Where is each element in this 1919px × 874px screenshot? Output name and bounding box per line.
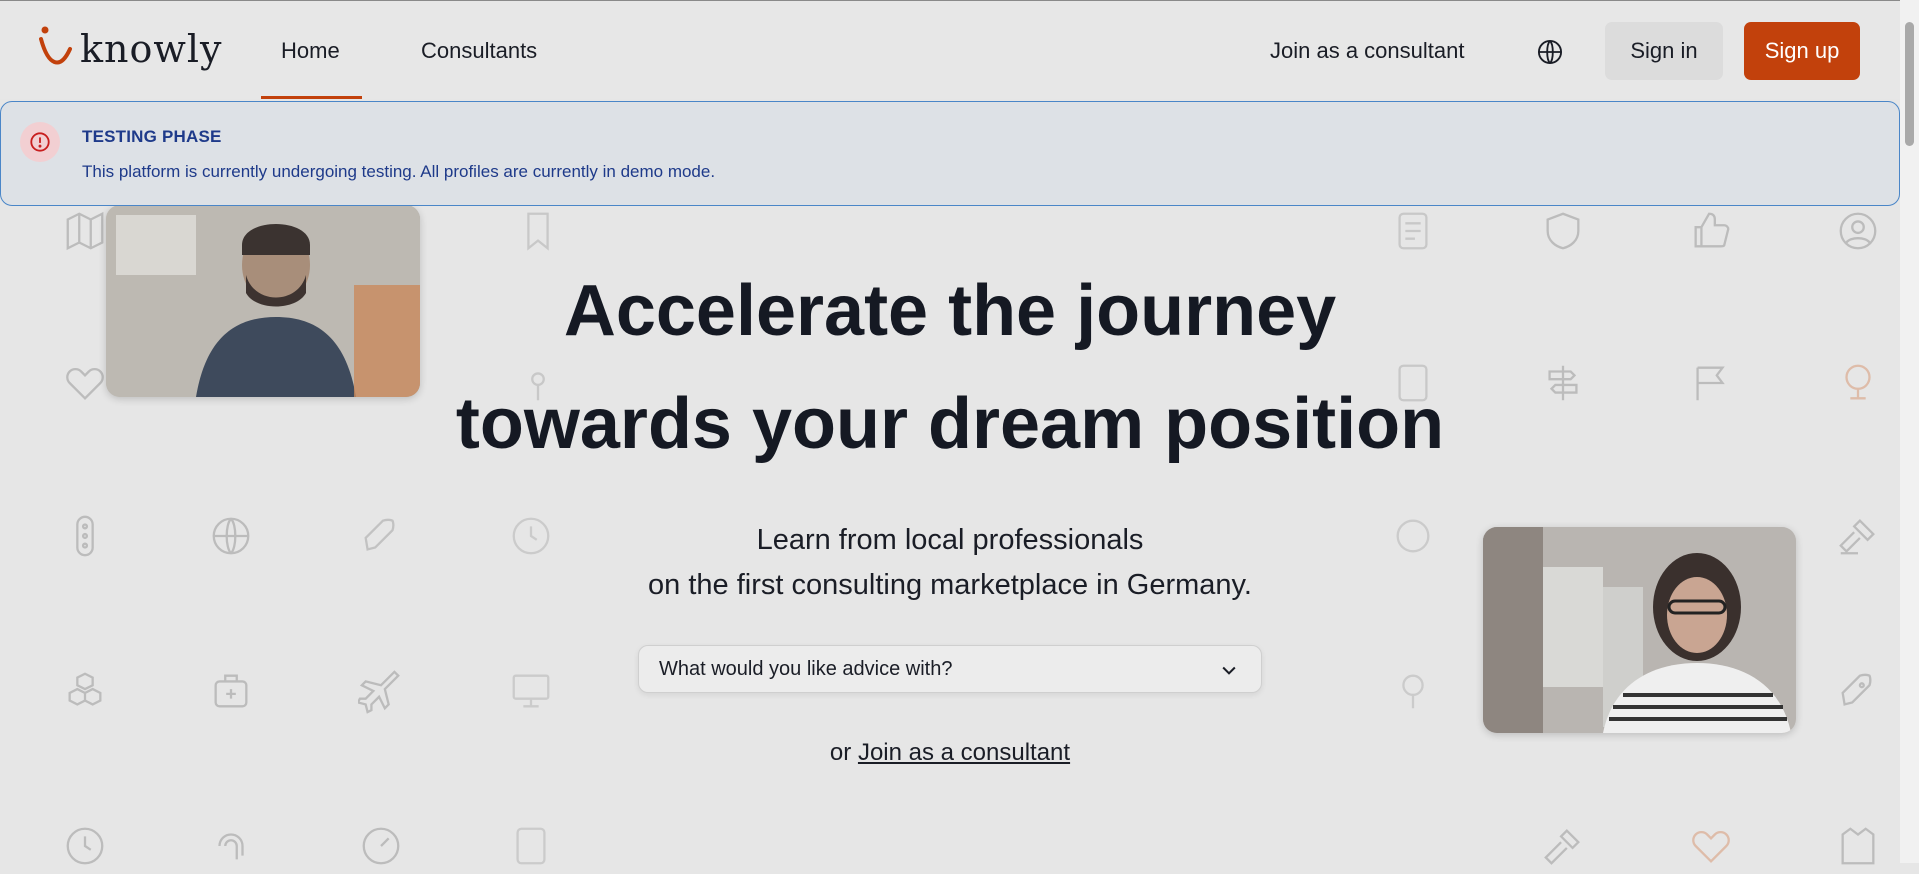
world-icon: [208, 513, 254, 559]
alert-title: TESTING PHASE: [82, 127, 222, 146]
join-as-consultant-link[interactable]: Join as a consultant: [1270, 38, 1464, 64]
logo-text: knowly: [80, 27, 223, 71]
rocket-icon: [1835, 668, 1881, 714]
gavel-icon: [1835, 513, 1881, 559]
user-circle-icon: [1835, 208, 1881, 254]
hero-join-as-consultant-link[interactable]: Join as a consultant: [858, 739, 1070, 766]
cubes-icon: [62, 668, 108, 714]
fingerprint-icon: [208, 823, 254, 869]
globe-icon[interactable]: [1536, 38, 1564, 66]
bookmark-icon: [515, 208, 561, 254]
gauge-icon: [358, 823, 404, 869]
sign-in-button[interactable]: Sign in: [1605, 22, 1723, 80]
document-icon: [1390, 208, 1436, 254]
nav-active-indicator: [261, 96, 362, 99]
nav-consultants[interactable]: Consultants: [421, 38, 537, 64]
chevron-down-icon: [1222, 666, 1236, 675]
hero-title-line-1: Accelerate the journey: [563, 271, 1337, 351]
rocket-outline-icon: [358, 513, 404, 559]
advice-topic-placeholder: What would you like advice with?: [659, 658, 953, 680]
alert-message: This platform is currently undergoing te…: [82, 162, 716, 181]
shield-icon: [1540, 208, 1586, 254]
sign-up-button[interactable]: Sign up: [1744, 22, 1860, 80]
alert-circle-icon: [20, 122, 60, 162]
hero-subtitle: Learn from local professionals on the fi…: [500, 518, 1400, 608]
first-aid-kit-icon: [208, 668, 254, 714]
consultant-photo-woman: [1483, 527, 1796, 733]
globe-stand-icon: [1835, 360, 1881, 406]
traffic-light-icon: [62, 513, 108, 559]
hero-title: Accelerate the journey towards your drea…: [400, 255, 1500, 481]
knowly-logo[interactable]: knowly: [38, 23, 222, 75]
thumbs-up-icon: [1688, 208, 1734, 254]
top-navigation-bar: knowly Home Consultants Join as a consul…: [0, 1, 1900, 99]
signpost-icon: [1540, 360, 1586, 406]
notepad-icon: [508, 823, 554, 869]
clock-icon: [62, 823, 108, 869]
hero-subtitle-line-1: Learn from local professionals: [756, 524, 1144, 556]
hammer-icon: [1540, 823, 1586, 869]
consultant-photo-man: [106, 205, 420, 397]
page-scrollbar[interactable]: [1900, 0, 1919, 863]
or-prefix: or: [829, 739, 852, 766]
or-join-line: or Join as a consultant: [700, 739, 1200, 767]
hero-title-line-2: towards your dream position: [455, 384, 1445, 464]
handshake-heart-icon: [62, 360, 108, 406]
monitor-icon: [508, 668, 554, 714]
advice-topic-select[interactable]: What would you like advice with?: [638, 645, 1262, 693]
map-icon: [62, 208, 108, 254]
heart-hands-icon: [1688, 823, 1734, 869]
pin-icon: [1390, 668, 1436, 714]
hero-subtitle-line-2: on the first consulting marketplace in G…: [648, 569, 1252, 601]
testing-phase-alert: TESTING PHASE This platform is currently…: [0, 101, 1900, 206]
flag-icon: [1688, 360, 1734, 406]
airplane-icon: [356, 668, 404, 714]
scrollbar-thumb[interactable]: [1905, 22, 1914, 146]
jacket-icon: [1835, 823, 1881, 869]
nav-home[interactable]: Home: [281, 38, 340, 64]
